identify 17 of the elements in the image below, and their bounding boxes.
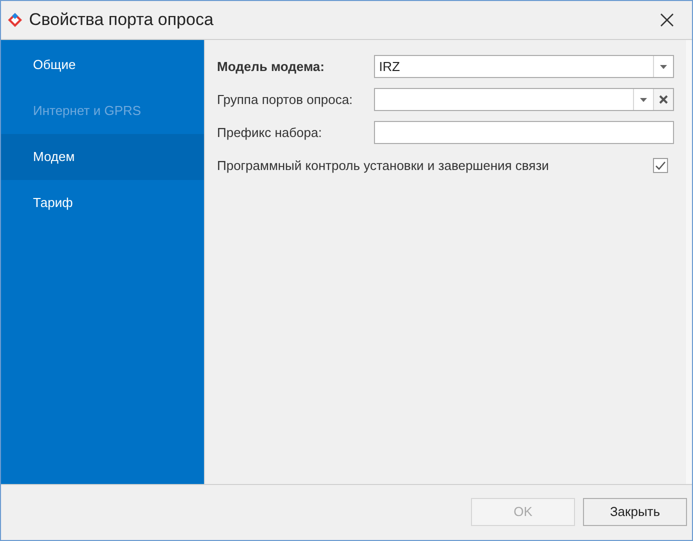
app-logo-icon xyxy=(7,12,23,28)
field-label: Префикс набора: xyxy=(217,124,323,142)
window-title: Свойства порта опроса xyxy=(29,9,214,32)
dropdown-arrow-icon[interactable] xyxy=(660,64,667,68)
input-field[interactable] xyxy=(374,121,674,144)
field-label: Модель модема: xyxy=(217,58,326,76)
field-label: Программный контроль установки и завершения связи xyxy=(217,156,550,175)
clear-icon[interactable] xyxy=(659,95,668,104)
sidebar-item[interactable]: Тариф xyxy=(1,180,204,226)
combo-box[interactable]: IRZ xyxy=(374,55,674,78)
close-icon[interactable] xyxy=(660,13,674,27)
checkbox[interactable] xyxy=(653,158,668,173)
sidebar-item[interactable]: Модем xyxy=(1,134,204,180)
field-label: Группа портов опроса: xyxy=(217,90,354,109)
dropdown-arrow-icon[interactable] xyxy=(640,98,647,102)
dialog-button[interactable]: Закрыть xyxy=(583,498,687,526)
sidebar-item[interactable]: Общие xyxy=(1,42,204,88)
